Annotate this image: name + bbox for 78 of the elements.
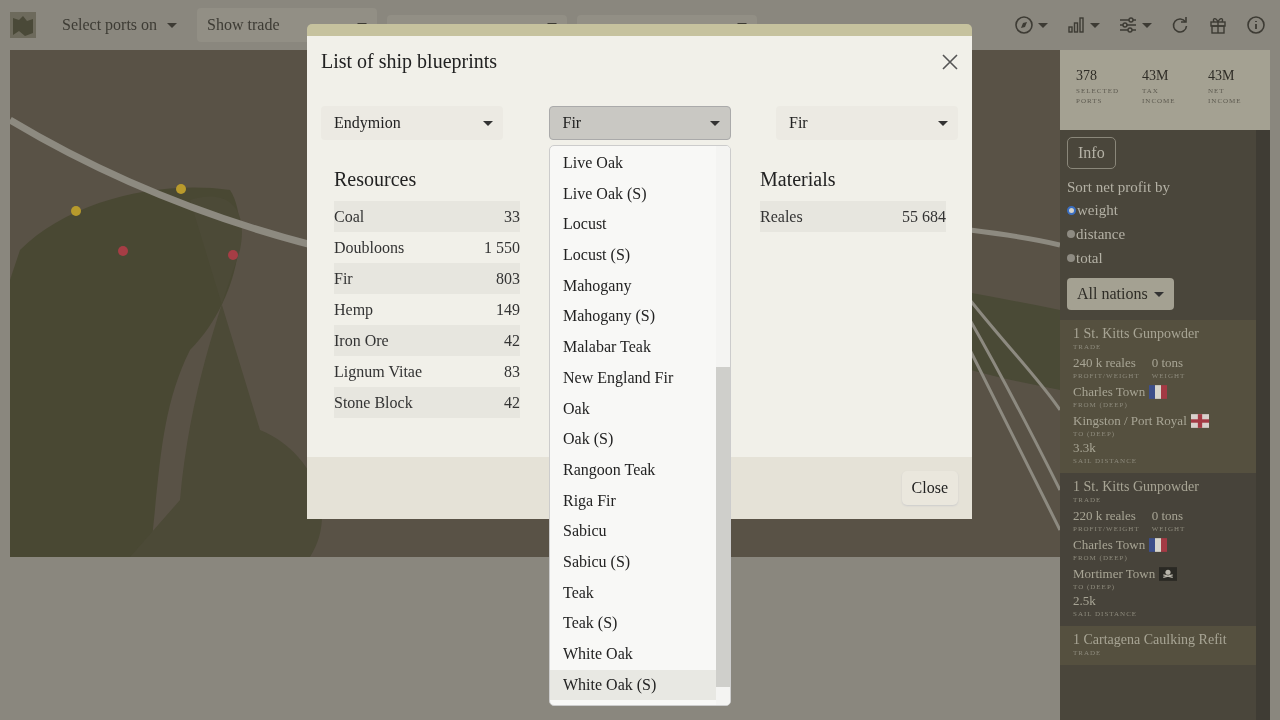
resource-name: Iron Ore	[334, 331, 389, 351]
dropdown-option[interactable]: Mahogany	[550, 270, 716, 302]
caret-icon	[1153, 291, 1164, 297]
material-name: Reales	[760, 207, 803, 227]
dropdown-option[interactable]: Locust	[550, 209, 716, 241]
nations-dropdown[interactable]: All nations	[1067, 278, 1174, 310]
port-name: Charles Town	[1073, 384, 1146, 400]
trade-title: 1 St. Kitts Gunpowder	[1073, 326, 1200, 342]
dropdown-option[interactable]: New England Fir	[550, 362, 716, 394]
resource-name: Coal	[334, 207, 365, 227]
dropdown-option[interactable]: Sabicu	[550, 516, 716, 547]
resource-name: Doubloons	[334, 238, 405, 258]
sliders-icon	[1118, 15, 1138, 35]
resource-amount: 33	[504, 207, 520, 227]
radio-option[interactable]: weight	[1067, 198, 1118, 222]
dropdown-option[interactable]: Riga Fir	[550, 485, 716, 517]
dropdown-option[interactable]: White Oak (S)	[550, 669, 716, 701]
material-amount: 55 684	[902, 207, 946, 227]
resource-amount: 1 550	[484, 238, 520, 258]
radio-option[interactable]: total	[1067, 246, 1103, 270]
resource-name: Stone Block	[334, 393, 413, 413]
map-logo-icon[interactable]	[10, 12, 36, 38]
weight-value: 0 tons	[1151, 508, 1185, 524]
section-heading: Resources	[334, 168, 418, 191]
info-icon	[1246, 15, 1266, 35]
scrollbar[interactable]	[716, 146, 730, 705]
dropdown-option[interactable]: Oak	[550, 393, 716, 425]
dropdown-option[interactable]: Teak (S)	[550, 608, 716, 639]
caret-icon	[709, 120, 720, 126]
sort-label: Sort net profit by	[1067, 179, 1170, 196]
dropdown-option[interactable]: Malabar Teak	[550, 332, 716, 363]
close-icon[interactable]	[940, 51, 960, 72]
select-dropdown[interactable]: Endymion	[321, 106, 503, 140]
select-dropdown[interactable]: Fir	[548, 106, 731, 140]
resource-name: Lignum Vitae	[334, 362, 423, 383]
distance-value: 2.5k	[1073, 593, 1097, 609]
resource-name: Fir	[334, 269, 353, 289]
dropdown-option[interactable]: Locust (S)	[550, 240, 716, 271]
trade-title: 1 Cartagena Caulking Refit	[1073, 632, 1228, 648]
dropdown-option[interactable]: Mahogany (S)	[550, 301, 716, 333]
stat-value: 378	[1076, 68, 1098, 84]
port-name: Mortimer Town	[1073, 566, 1156, 582]
refresh-icon	[1170, 15, 1190, 35]
dropdown-option[interactable]: Live Oak	[550, 148, 716, 179]
caret-icon	[167, 22, 178, 28]
caret-icon	[938, 120, 948, 126]
dropdown-option[interactable]: Live Oak (S)	[550, 178, 716, 210]
stat-value: 43M	[1142, 68, 1170, 84]
compass-icon	[1014, 15, 1034, 35]
resource-amount: 83	[504, 362, 520, 382]
resource-amount: 42	[504, 331, 520, 351]
bar-chart-icon	[1066, 15, 1086, 35]
resource-amount: 42	[504, 393, 520, 413]
caret-icon	[483, 120, 493, 126]
dropdown-option[interactable]: White Oak	[550, 639, 716, 670]
resource-amount: 803	[496, 269, 520, 289]
weight-value: 0 tons	[1151, 355, 1185, 371]
select-dropdown[interactable]: Fir	[776, 106, 958, 140]
radio-option[interactable]: distance	[1067, 222, 1126, 246]
dropdown-option[interactable]: Rangoon Teak	[550, 454, 716, 486]
resource-amount: 149	[496, 300, 520, 320]
close-button[interactable]: Close	[901, 471, 958, 505]
dropdown-option[interactable]: Sabicu (S)	[550, 546, 716, 578]
distance-value: 3.3k	[1073, 440, 1097, 456]
gift-icon	[1208, 15, 1228, 35]
dropdown-option[interactable]: Teak	[550, 577, 716, 609]
dropdown-option[interactable]: Oak (S)	[550, 424, 716, 455]
port-name: Kingston / Port Royal	[1073, 413, 1187, 429]
info-button[interactable]: Info	[1067, 137, 1116, 169]
section-heading: Materials	[760, 168, 837, 191]
resource-name: Hemp	[334, 300, 374, 321]
scrollbar[interactable]	[1256, 130, 1270, 720]
dialog-title: List of ship blueprints	[321, 50, 498, 73]
stat-value: 43M	[1208, 68, 1236, 84]
trade-title: 1 St. Kitts Gunpowder	[1073, 479, 1200, 495]
port-name: Charles Town	[1073, 537, 1146, 553]
profit-value: 220 k reales	[1073, 508, 1137, 524]
profit-value: 240 k reales	[1073, 355, 1137, 371]
